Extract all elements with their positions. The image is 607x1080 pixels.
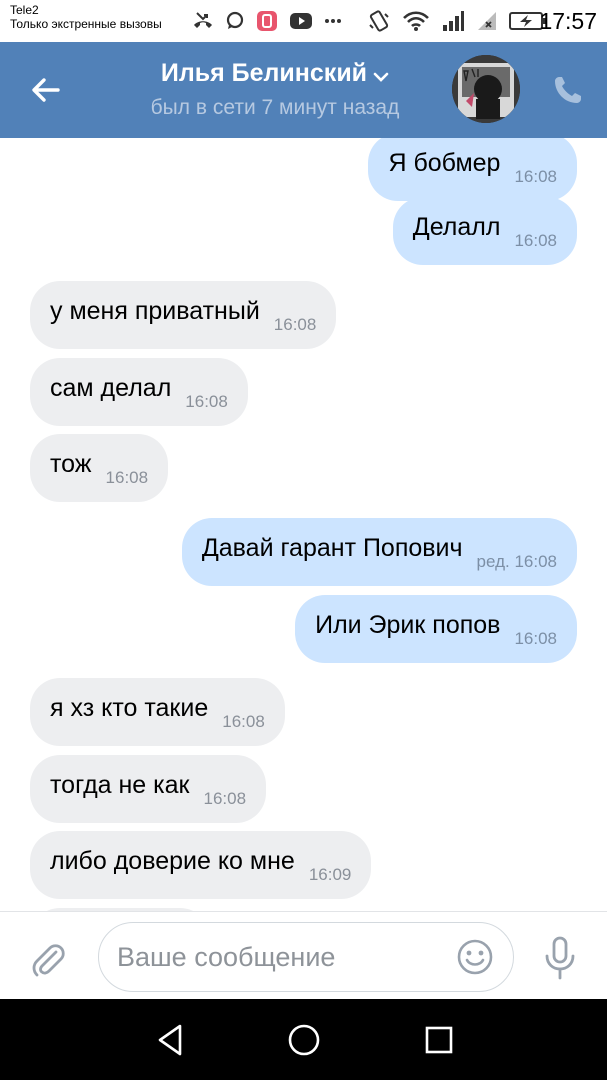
message-text: Я бобмер xyxy=(388,149,501,177)
status-time: 17:57 xyxy=(539,8,597,34)
microphone-button[interactable] xyxy=(542,936,578,982)
message-time: ред. 16:08 xyxy=(476,552,557,571)
message-text: сам делал xyxy=(50,374,172,402)
signal-icon xyxy=(441,10,465,32)
home-circle-icon xyxy=(288,1024,320,1056)
message-text: тогда не как xyxy=(50,771,190,799)
message-time: 16:08 xyxy=(222,712,265,731)
message-bubble-outgoing[interactable]: Или Эрик попов 16:08 xyxy=(295,595,577,663)
status-icons xyxy=(192,8,547,34)
last-seen-status: был в сети 7 минут назад xyxy=(150,96,400,120)
carrier-info: Tele2 Только экстренные вызовы xyxy=(10,3,162,31)
message-bubble-incoming[interactable]: сам делал 16:08 xyxy=(30,358,248,426)
more-dots-icon xyxy=(324,18,342,24)
microphone-icon xyxy=(545,936,575,980)
message-text: тож xyxy=(50,450,92,478)
youtube-icon xyxy=(289,12,313,30)
message-bubble-outgoing[interactable]: Давай гарант Попович ред. 16:08 xyxy=(181,518,577,586)
message-bubble-outgoing[interactable]: Делалл 16:08 xyxy=(392,197,577,265)
wifi-icon xyxy=(402,10,430,32)
carrier-name: Tele2 xyxy=(10,3,39,17)
message-list[interactable]: Я бобмер 16:08 Делалл 16:08 у меня прива… xyxy=(0,138,607,911)
phone-icon xyxy=(555,77,581,103)
avatar[interactable] xyxy=(452,55,520,123)
network-note: Только экстренные вызовы xyxy=(10,17,162,31)
message-time: 16:08 xyxy=(203,789,247,808)
vibrate-icon xyxy=(367,9,391,33)
nav-home-button[interactable] xyxy=(285,1021,323,1059)
chat-header: Илья Белинский был в сети 7 минут назад xyxy=(0,42,607,138)
message-time: 16:08 xyxy=(273,315,317,334)
nav-back-button[interactable] xyxy=(152,1021,190,1059)
message-bubble-incoming[interactable]: тогда не как 16:08 xyxy=(30,755,267,823)
chat-title-block[interactable]: Илья Белинский был в сети 7 минут назад xyxy=(110,56,440,123)
back-triangle-icon xyxy=(158,1024,182,1056)
message-time: 16:08 xyxy=(514,231,557,250)
message-input[interactable] xyxy=(98,922,514,992)
no-sim-signal-icon xyxy=(476,10,498,32)
message-text: Давай гарант Попович xyxy=(201,534,463,562)
chat-bubble-icon xyxy=(225,11,245,31)
message-bubble-incoming[interactable]: у меня приватный 16:08 xyxy=(30,281,337,349)
message-text: я хз кто такие xyxy=(50,694,209,722)
missed-call-icon xyxy=(192,11,214,31)
message-bubble-incoming[interactable]: тож 16:08 xyxy=(30,434,169,502)
message-text: Или Эрик попов xyxy=(315,611,501,639)
message-bubble-outgoing[interactable]: Я бобмер 16:08 xyxy=(368,138,577,201)
message-time: 16:08 xyxy=(514,629,557,648)
back-button[interactable] xyxy=(28,72,64,108)
attach-button[interactable] xyxy=(28,940,68,980)
message-bubble-incoming[interactable]: я хз кто такие 16:08 xyxy=(30,678,285,746)
message-time: 16:09 xyxy=(308,865,352,884)
call-button[interactable] xyxy=(549,71,587,109)
message-bubble-incoming[interactable]: либо доверие ко мне 16:09 xyxy=(30,831,372,899)
message-text: либо доверие ко мне xyxy=(50,847,295,875)
paperclip-icon xyxy=(32,944,65,977)
system-nav-bar xyxy=(0,999,607,1080)
back-arrow-icon xyxy=(32,78,60,102)
nav-recents-button[interactable] xyxy=(420,1021,458,1059)
status-bar: Tele2 Только экстренные вызовы 17:57 xyxy=(0,0,607,42)
emoji-button[interactable] xyxy=(456,938,494,976)
chat-title: Илья Белинский xyxy=(110,56,440,91)
message-time: 16:08 xyxy=(105,468,149,487)
emoji-icon xyxy=(457,939,493,975)
message-text: у меня приватный xyxy=(50,297,260,325)
message-text: Делалл xyxy=(412,213,501,241)
message-time: 16:08 xyxy=(185,392,228,411)
message-time: 16:08 xyxy=(514,167,557,186)
contact-name: Илья Белинский xyxy=(160,59,368,87)
recents-square-icon xyxy=(425,1026,453,1054)
app-notification-icon xyxy=(256,10,278,32)
composer-bar xyxy=(0,911,607,999)
chevron-down-icon xyxy=(373,57,389,91)
